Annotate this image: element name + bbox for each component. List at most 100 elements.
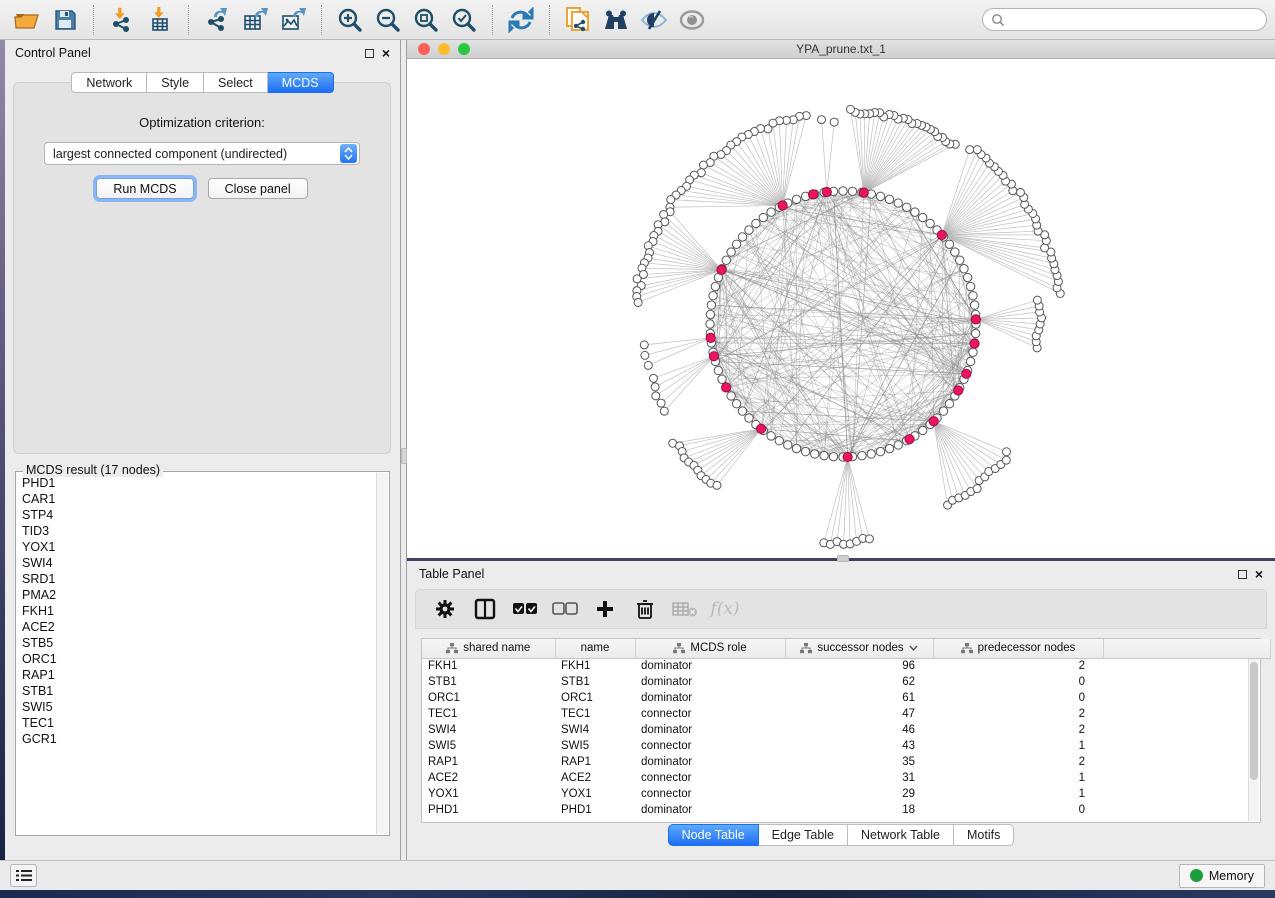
network-node[interactable] xyxy=(956,256,964,264)
zoom-out-button[interactable] xyxy=(369,3,407,37)
network-node[interactable] xyxy=(727,248,735,256)
network-leaf-node[interactable] xyxy=(764,125,772,133)
search-input[interactable] xyxy=(1010,13,1258,27)
network-node[interactable] xyxy=(885,444,893,452)
network-node[interactable] xyxy=(960,265,968,273)
network-node[interactable] xyxy=(792,444,800,452)
mcds-result-item[interactable]: STP4 xyxy=(22,507,373,523)
mcds-result-item[interactable]: ORC1 xyxy=(22,651,373,667)
network-node[interactable] xyxy=(738,407,746,415)
find-network-button[interactable] xyxy=(597,3,635,37)
column-header-name[interactable]: name xyxy=(555,639,635,658)
close-panel-icon[interactable]: × xyxy=(382,48,390,58)
table-row[interactable]: PHD1PHD1dominator180 xyxy=(422,802,1270,818)
export-network-button[interactable] xyxy=(198,3,236,37)
table-row[interactable]: SWI4SWI4dominator462 xyxy=(422,722,1270,738)
network-node[interactable] xyxy=(767,432,775,440)
tab-edge-table[interactable]: Edge Table xyxy=(759,824,848,846)
export-table-button[interactable] xyxy=(236,3,274,37)
delete-table-icon[interactable] xyxy=(670,594,700,624)
network-node[interactable] xyxy=(738,233,746,241)
network-node[interactable] xyxy=(848,187,856,195)
network-node[interactable] xyxy=(926,219,934,227)
network-leaf-node[interactable] xyxy=(652,392,660,400)
network-node[interactable] xyxy=(951,248,959,256)
network-node[interactable] xyxy=(876,447,884,455)
export-image-button[interactable] xyxy=(274,3,312,37)
zoom-selected-button[interactable] xyxy=(445,3,483,37)
network-node[interactable] xyxy=(894,441,902,449)
table-row[interactable]: FKH1FKH1dominator962 xyxy=(422,658,1270,674)
network-node[interactable] xyxy=(732,400,740,408)
network-canvas[interactable] xyxy=(407,59,1275,557)
column-header-shared-name[interactable]: shared name xyxy=(422,639,555,658)
network-leaf-node[interactable] xyxy=(651,383,659,391)
network-node[interactable] xyxy=(722,256,730,264)
network-node[interactable] xyxy=(970,301,978,309)
mcds-hub-node[interactable] xyxy=(929,417,938,426)
mcds-hub-node[interactable] xyxy=(709,352,718,361)
network-node[interactable] xyxy=(820,451,828,459)
run-mcds-button[interactable]: Run MCDS xyxy=(96,178,193,199)
zoom-in-button[interactable] xyxy=(331,3,369,37)
network-node[interactable] xyxy=(811,450,819,458)
table-row[interactable]: YOX1YOX1connector291 xyxy=(422,786,1270,802)
import-network-button[interactable] xyxy=(103,3,141,37)
network-leaf-node[interactable] xyxy=(667,196,675,204)
search-field[interactable] xyxy=(982,8,1267,31)
network-node[interactable] xyxy=(885,195,893,203)
network-leaf-node[interactable] xyxy=(713,481,721,489)
refresh-button[interactable] xyxy=(502,3,540,37)
mcds-hub-node[interactable] xyxy=(971,315,980,324)
mcds-result-item[interactable]: SWI4 xyxy=(22,555,373,571)
criterion-select[interactable]: largest connected component (undirected) xyxy=(44,142,360,165)
network-node[interactable] xyxy=(752,219,760,227)
network-node[interactable] xyxy=(969,348,977,356)
float-panel-icon[interactable] xyxy=(365,49,374,58)
column-header-predecessor-nodes[interactable]: predecessor nodes xyxy=(933,639,1103,658)
network-leaf-node[interactable] xyxy=(1002,456,1010,464)
memory-button[interactable]: Memory xyxy=(1179,864,1265,888)
network-leaf-node[interactable] xyxy=(660,407,668,415)
network-leaf-node[interactable] xyxy=(973,485,981,493)
network-window-titlebar[interactable]: YPA_prune.txt_1 xyxy=(407,40,1275,59)
network-leaf-node[interactable] xyxy=(1016,188,1024,196)
deselect-all-rows-icon[interactable] xyxy=(550,594,580,624)
table-row[interactable]: ACE2ACE2connector311 xyxy=(422,770,1270,786)
network-node[interactable] xyxy=(745,414,753,422)
network-node[interactable] xyxy=(839,187,847,195)
tab-select[interactable]: Select xyxy=(204,72,268,93)
network-node[interactable] xyxy=(858,451,866,459)
table-row[interactable]: ORC1ORC1dominator610 xyxy=(422,690,1270,706)
share-document-button[interactable] xyxy=(559,3,597,37)
network-leaf-node[interactable] xyxy=(657,399,665,407)
delete-column-icon[interactable] xyxy=(630,594,660,624)
network-node[interactable] xyxy=(969,292,977,300)
column-header-MCDS-role[interactable]: MCDS role xyxy=(635,639,785,658)
float-table-panel-icon[interactable] xyxy=(1238,570,1247,579)
network-node[interactable] xyxy=(971,329,979,337)
network-leaf-node[interactable] xyxy=(973,146,981,154)
network-node[interactable] xyxy=(829,452,837,460)
column-header-successor-nodes[interactable]: successor nodes xyxy=(785,639,933,658)
network-node[interactable] xyxy=(706,320,714,328)
mcds-hub-node[interactable] xyxy=(937,230,946,239)
mcds-hub-node[interactable] xyxy=(859,188,868,197)
network-node[interactable] xyxy=(732,240,740,248)
network-leaf-node[interactable] xyxy=(640,341,648,349)
network-node[interactable] xyxy=(706,310,714,318)
function-builder-icon[interactable]: f(x) xyxy=(710,594,740,624)
network-node[interactable] xyxy=(784,441,792,449)
mcds-hub-node[interactable] xyxy=(954,386,963,395)
table-row[interactable]: STB1STB1dominator620 xyxy=(422,674,1270,690)
add-column-icon[interactable] xyxy=(590,594,620,624)
mcds-result-item[interactable]: SWI5 xyxy=(22,699,373,715)
column-selector-icon[interactable] xyxy=(470,594,500,624)
table-row[interactable]: RAP1RAP1dominator352 xyxy=(422,754,1270,770)
network-node[interactable] xyxy=(867,450,875,458)
network-node[interactable] xyxy=(939,407,947,415)
mcds-result-item[interactable]: YOX1 xyxy=(22,539,373,555)
mcds-result-item[interactable]: RAP1 xyxy=(22,667,373,683)
network-node[interactable] xyxy=(894,199,902,207)
network-leaf-node[interactable] xyxy=(830,118,838,126)
